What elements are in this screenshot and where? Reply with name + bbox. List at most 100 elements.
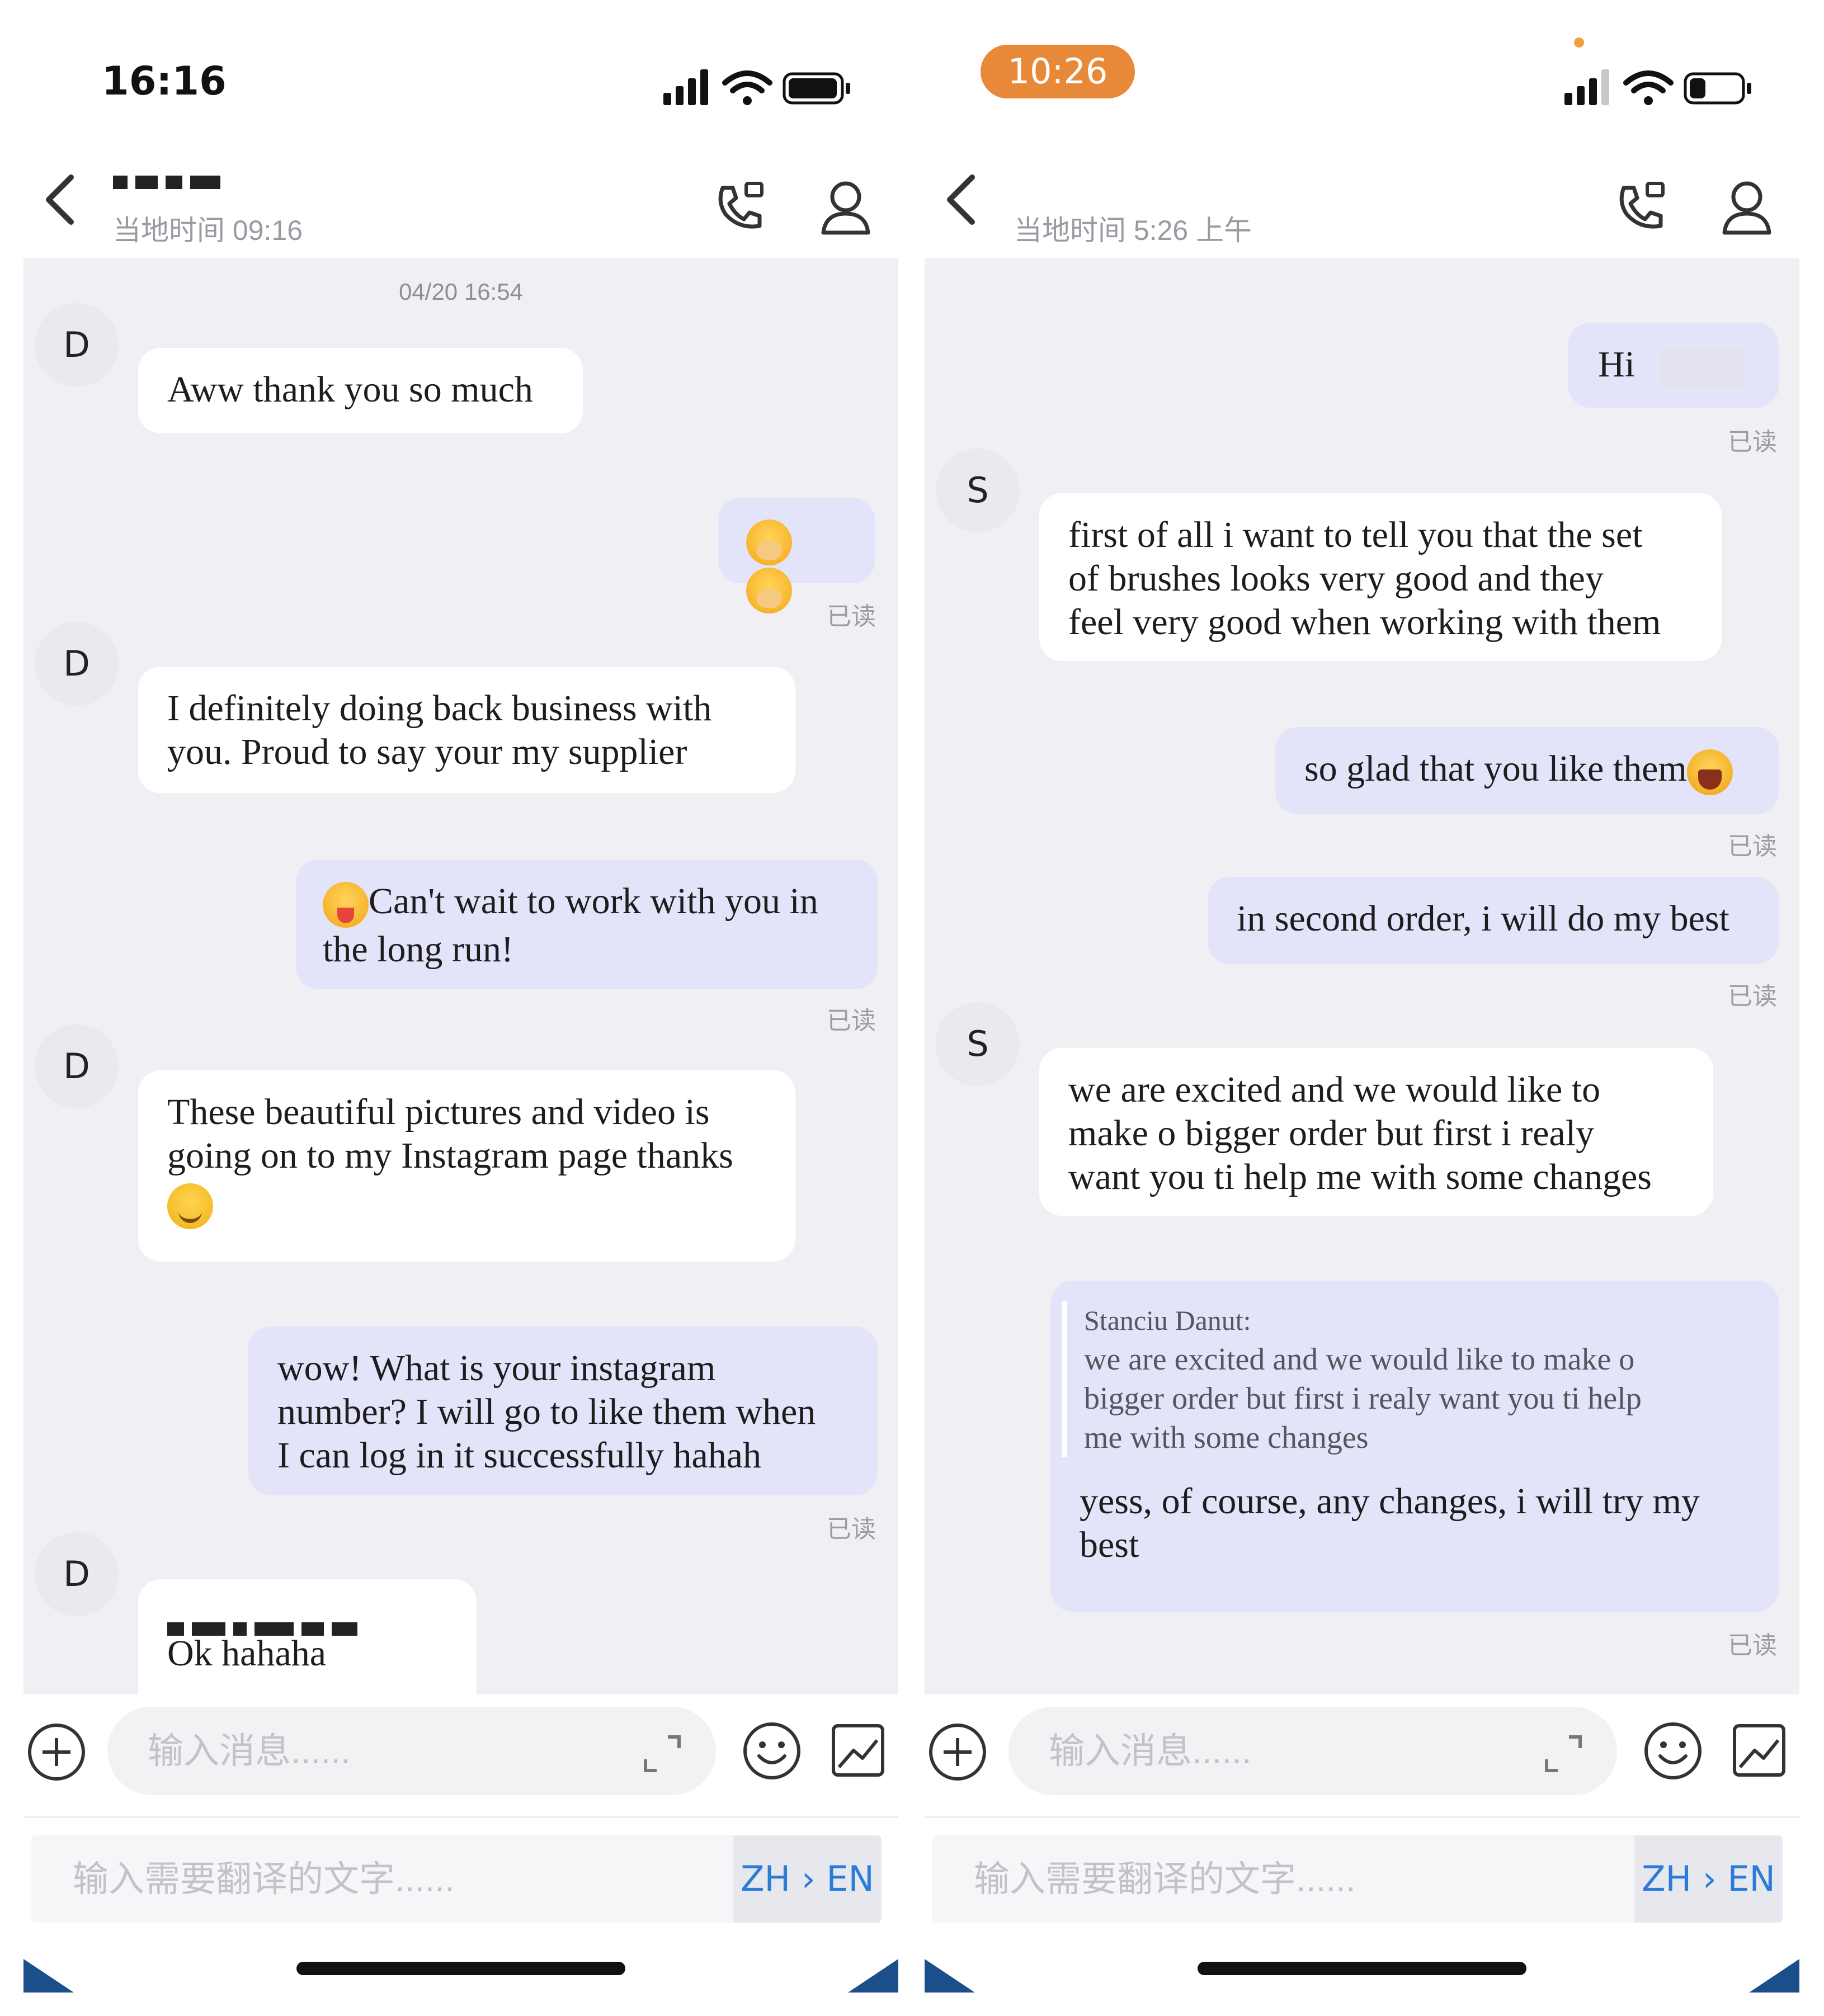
quoted-message[interactable]: Stanciu Danut: we are excited and we wou… [1062, 1301, 1751, 1457]
plus-icon[interactable] [927, 1721, 988, 1783]
battery-icon [783, 72, 850, 105]
message-text: in second order, i will do my best [1237, 898, 1729, 939]
shy-face-emoji-icon [746, 567, 792, 613]
avatar[interactable]: D [35, 622, 119, 706]
right-phone-screenshot: 10:26 当地时间 5:26 上午 Hi 已读 S first of all … [912, 0, 1824, 2016]
incoming-message[interactable]: first of all i want to tell you that the… [1039, 493, 1722, 661]
chat-screen: 10:26 当地时间 5:26 上午 Hi 已读 S first of all … [925, 23, 1799, 1993]
back-arrow-icon[interactable] [941, 169, 981, 230]
incoming-message[interactable]: These beautiful pictures and video is go… [138, 1070, 795, 1262]
status-time: 16:16 [102, 58, 227, 104]
incoming-message[interactable]: Aww thank you so much [138, 348, 583, 433]
image-icon[interactable] [829, 1721, 887, 1779]
message-text: you. Proud to say your my supplier [167, 731, 687, 772]
quote-text: bigger order but first i realy want you … [1084, 1381, 1642, 1416]
shy-face-emoji-icon [746, 519, 792, 565]
message-text: Aww thank you so much [167, 369, 533, 410]
outgoing-message[interactable] [718, 498, 875, 613]
home-indicator [296, 1962, 625, 1975]
wifi-icon [722, 70, 772, 105]
avatar[interactable]: D [35, 1024, 119, 1108]
message-list: Hi 已读 S first of all i want to tell you … [925, 258, 1799, 1694]
emoji-icon[interactable] [1642, 1720, 1704, 1782]
outgoing-message[interactable]: Hi [1568, 323, 1779, 408]
composer: ZH › EN [23, 1694, 898, 1993]
message-text: Ok hahaha [167, 1633, 327, 1674]
signal-icon [663, 69, 708, 105]
image-icon[interactable] [1730, 1721, 1788, 1779]
read-receipt: 已读 [1728, 833, 1777, 860]
chat-header: 当地时间 09:16 [23, 130, 898, 258]
divider [23, 1816, 898, 1818]
message-list: 04/20 16:54 D Aww thank you so much 已读 D… [23, 258, 898, 1694]
message-input[interactable] [107, 1707, 716, 1795]
profile-icon[interactable] [818, 179, 874, 237]
contact-name [113, 169, 228, 197]
call-icon[interactable] [711, 180, 767, 236]
message-text: I can log in it successfully hahah [277, 1435, 762, 1476]
local-time: 当地时间 5:26 上午 [1014, 215, 1252, 246]
avatar[interactable]: S [936, 448, 1020, 532]
message-input[interactable] [1008, 1707, 1617, 1795]
translate-input[interactable] [31, 1835, 733, 1923]
outgoing-message[interactable]: wow! What is your instagram number? I wi… [248, 1326, 878, 1495]
tongue-face-emoji-icon [323, 881, 369, 928]
message-text: make o bigger order but first i realy [1068, 1113, 1595, 1154]
smiling-face-emoji-icon [167, 1183, 213, 1229]
language-toggle-button[interactable]: ZH › EN [733, 1835, 882, 1923]
composer: ZH › EN [925, 1694, 1799, 1993]
status-time: 10:26 [981, 45, 1135, 98]
message-text: want you ti help me with some changes [1068, 1156, 1652, 1197]
read-receipt: 已读 [1728, 983, 1777, 1010]
translate-bar: ZH › EN [932, 1835, 1783, 1923]
outgoing-message[interactable]: in second order, i will do my best [1208, 877, 1779, 964]
outgoing-reply-message[interactable]: Stanciu Danut: we are excited and we wou… [1050, 1281, 1779, 1612]
wifi-icon [1623, 70, 1674, 105]
message-text: wow! What is your instagram [277, 1348, 716, 1389]
read-receipt: 已读 [1728, 428, 1777, 456]
laughing-face-emoji-icon [1686, 749, 1733, 795]
outgoing-message[interactable]: Can't wait to work with you in the long … [296, 860, 878, 989]
message-text: so glad that you like them [1304, 748, 1687, 789]
avatar[interactable]: D [35, 303, 119, 387]
message-text: I definitely doing back business with [167, 688, 712, 729]
outgoing-message[interactable]: so glad that you like them [1275, 727, 1779, 814]
expand-icon[interactable] [640, 1731, 685, 1776]
read-receipt: 已读 [1728, 1632, 1777, 1659]
plus-icon[interactable] [26, 1721, 87, 1783]
message-text: number? I will go to like them when [277, 1391, 816, 1432]
chat-screen: 16:16 当地时间 09:16 04/20 16:54 D Aww thank… [23, 23, 898, 1993]
quote-text: me with some changes [1084, 1420, 1369, 1455]
profile-icon[interactable] [1719, 179, 1775, 237]
back-arrow-icon[interactable] [40, 169, 79, 230]
quote-text: we are excited and we would like to make… [1084, 1342, 1635, 1377]
corner-mark [23, 1959, 74, 1993]
redacted-text [167, 1604, 447, 1636]
call-icon[interactable] [1613, 180, 1669, 236]
incoming-message[interactable]: I definitely doing back business with yo… [138, 667, 795, 793]
translate-input[interactable] [932, 1835, 1634, 1923]
message-text: going on to my Instagram page thanks [167, 1135, 733, 1176]
avatar[interactable]: D [35, 1532, 119, 1616]
home-indicator [1198, 1962, 1526, 1975]
status-icons [1564, 69, 1751, 105]
corner-mark [848, 1959, 898, 1993]
message-text: yess, of course, any changes, i will try… [1080, 1481, 1700, 1522]
signal-icon [1564, 69, 1609, 105]
chat-header: 当地时间 5:26 上午 [925, 130, 1799, 258]
incoming-message[interactable]: we are excited and we would like to make… [1039, 1048, 1713, 1216]
message-text: the long run! [323, 928, 513, 970]
avatar[interactable]: S [936, 1002, 1020, 1086]
message-timestamp: 04/20 16:54 [399, 278, 523, 305]
message-text: Hi [1598, 344, 1635, 385]
emoji-icon[interactable] [741, 1720, 803, 1782]
message-text: best [1080, 1524, 1139, 1565]
incoming-message[interactable]: Ok hahaha [138, 1579, 477, 1694]
message-text: Can't wait to work with you in [369, 881, 818, 922]
expand-icon[interactable] [1541, 1731, 1586, 1776]
status-icons [663, 69, 850, 105]
message-text: These beautiful pictures and video is [167, 1092, 710, 1132]
read-receipt: 已读 [827, 1515, 876, 1543]
language-toggle-button[interactable]: ZH › EN [1634, 1835, 1783, 1923]
read-receipt: 已读 [827, 1007, 876, 1035]
